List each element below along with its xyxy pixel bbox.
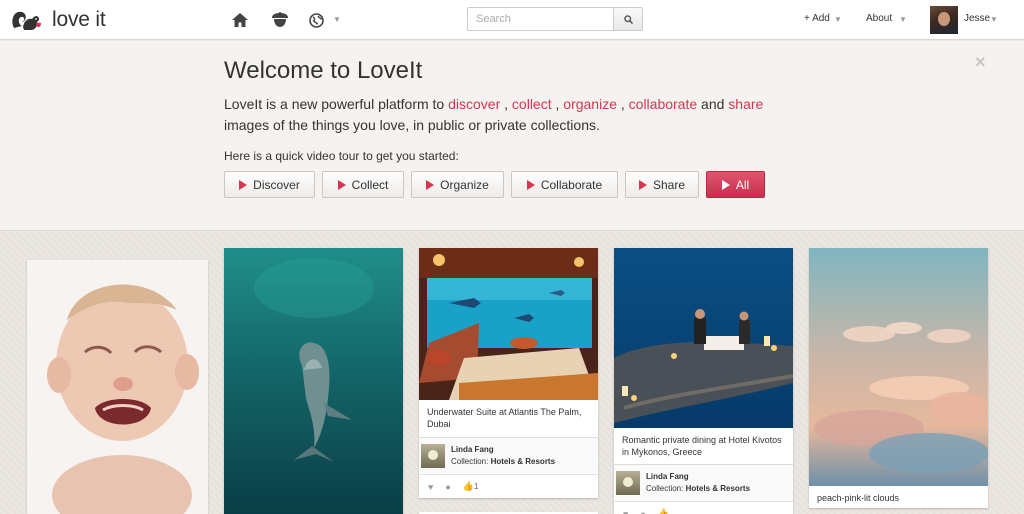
thumbs-up-icon: 👍: [462, 481, 474, 491]
crying-baby-image: [27, 260, 208, 514]
home-icon[interactable]: [230, 10, 250, 30]
play-icon: [337, 179, 346, 190]
love-icon[interactable]: ♥: [428, 482, 433, 492]
image-feed: Underwater Suite at Atlantis The Palm, D…: [0, 232, 1024, 514]
collection-label: Collection:: [646, 484, 686, 493]
play-icon: [239, 179, 248, 190]
image-card[interactable]: Romantic private dining at Hotel Kivotos…: [614, 248, 793, 514]
comment-icon[interactable]: ●: [445, 482, 450, 492]
card-meta: Linda Fang Collection: Hotels & Resorts: [614, 464, 793, 500]
button-label: Collaborate: [540, 177, 603, 192]
welcome-intro: LoveIt is a new powerful platform to dis…: [224, 94, 824, 136]
close-icon[interactable]: ×: [975, 52, 986, 73]
card-user-name[interactable]: Linda Fang: [451, 445, 494, 454]
intro-text-end: images of the things you love, in public…: [224, 117, 600, 133]
discover-keyword: discover: [448, 96, 501, 112]
collection-label: Collection:: [451, 457, 491, 466]
tour-collaborate-button[interactable]: Collaborate: [511, 171, 618, 198]
logo[interactable]: love it: [10, 6, 106, 34]
likes-value: 1: [474, 482, 479, 491]
image-card[interactable]: Underwater Suite at Atlantis The Palm, D…: [419, 248, 598, 498]
pink-clouds-image: [809, 248, 988, 486]
user-dropdown-caret-icon[interactable]: ▼: [990, 15, 998, 24]
tour-collect-button[interactable]: Collect: [322, 171, 404, 198]
organize-keyword: organize: [563, 96, 617, 112]
play-icon: [526, 179, 535, 190]
button-label: Share: [652, 177, 686, 192]
welcome-panel: × Welcome to LoveIt LoveIt is a new powe…: [0, 41, 1024, 231]
tour-organize-button[interactable]: Organize: [411, 171, 504, 198]
underwater-suite-image: [419, 248, 598, 400]
search-input[interactable]: [467, 7, 614, 31]
search-button[interactable]: [613, 7, 643, 31]
button-label: Organize: [440, 177, 489, 192]
search-icon: [623, 14, 633, 24]
share-keyword: share: [728, 96, 764, 112]
tour-discover-button[interactable]: Discover: [224, 171, 315, 198]
logo-text: love it: [52, 8, 106, 31]
about-dropdown-caret-icon[interactable]: ▼: [899, 15, 907, 24]
card-meta: Linda Fang Collection: Hotels & Resorts: [419, 437, 598, 473]
collection-thumbnail[interactable]: [421, 444, 445, 468]
tour-prompt: Here is a quick video tour to get you st…: [224, 149, 459, 163]
button-label: Collect: [351, 177, 389, 192]
love-icon[interactable]: ♥: [623, 509, 628, 514]
welcome-title: Welcome to LoveIt: [224, 57, 423, 84]
tour-share-button[interactable]: Share: [625, 171, 699, 198]
image-card[interactable]: peach-pink-lit clouds: [809, 248, 988, 508]
separator: ,: [616, 96, 629, 112]
squirrel-logo-icon: [12, 11, 41, 30]
card-caption: peach-pink-lit clouds: [817, 493, 900, 503]
comment-icon[interactable]: ●: [640, 509, 645, 514]
collection-name[interactable]: Hotels & Resorts: [686, 484, 750, 493]
collection-name[interactable]: Hotels & Resorts: [491, 457, 555, 466]
add-menu-button[interactable]: + Add: [804, 13, 830, 24]
card-caption: Romantic private dining at Hotel Kivotos…: [622, 435, 782, 457]
tour-all-button[interactable]: All: [706, 171, 765, 198]
collaborate-keyword: collaborate: [628, 96, 698, 112]
image-card[interactable]: [27, 260, 208, 514]
card-user-name[interactable]: Linda Fang: [646, 472, 689, 481]
button-label: All: [735, 177, 750, 192]
card-caption: Underwater Suite at Atlantis The Palm, D…: [427, 407, 582, 429]
card-actions: ♥ ● 👍1: [419, 474, 598, 498]
collection-thumbnail[interactable]: [616, 471, 640, 495]
romantic-dining-image: [614, 248, 793, 428]
play-icon: [426, 179, 435, 190]
top-navigation-bar: love it ▼ + Add ▼ About ▼ Jesse ▼: [0, 0, 1024, 40]
about-menu-button[interactable]: About: [866, 13, 892, 24]
user-name[interactable]: Jesse: [964, 13, 990, 24]
thumbs-up-icon[interactable]: 👍: [658, 508, 669, 514]
play-icon: [638, 179, 647, 190]
search-box: [467, 7, 643, 31]
likes-count[interactable]: 👍1: [463, 481, 479, 492]
card-collection[interactable]: Collection: Hotels & Resorts: [451, 457, 555, 466]
collections-acorn-icon[interactable]: [270, 10, 290, 30]
globe-dropdown-caret-icon[interactable]: ▼: [333, 15, 341, 24]
globe-icon[interactable]: [306, 10, 326, 30]
separator: ,: [500, 96, 512, 112]
play-icon: [721, 179, 730, 190]
user-avatar[interactable]: [930, 6, 958, 34]
card-actions: ♥ ● 👍: [614, 501, 793, 514]
separator: ,: [551, 96, 564, 112]
collect-keyword: collect: [511, 96, 552, 112]
separator: and: [697, 96, 729, 112]
dolphin-underwater-image: [224, 248, 403, 514]
intro-text: LoveIt is a new powerful platform to: [224, 96, 449, 112]
add-dropdown-caret-icon[interactable]: ▼: [834, 15, 842, 24]
card-collection[interactable]: Collection: Hotels & Resorts: [646, 484, 750, 493]
button-label: Discover: [253, 177, 300, 192]
image-card[interactable]: [224, 248, 403, 514]
